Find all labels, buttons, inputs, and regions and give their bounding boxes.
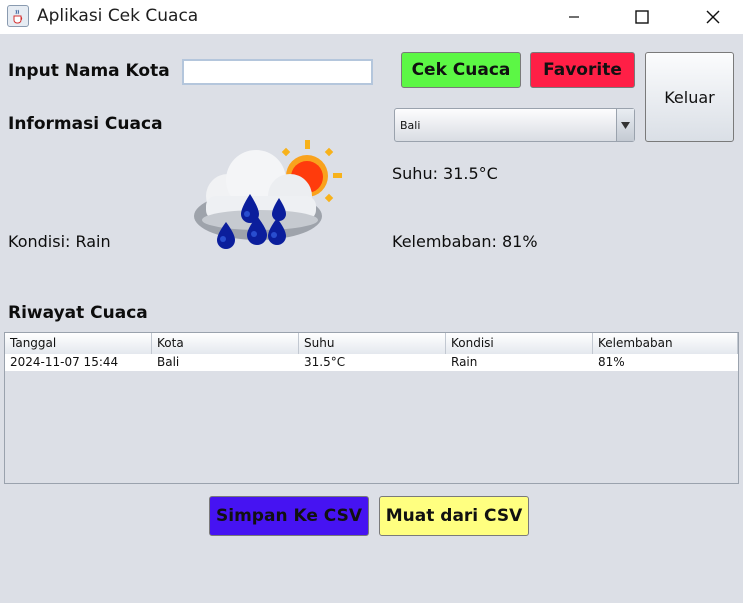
cell-tanggal: 2024-11-07 15:44	[10, 355, 119, 369]
cell-kondisi: Rain	[451, 355, 478, 369]
city-label: Input Nama Kota	[8, 61, 170, 81]
column-header-tanggal[interactable]: Tanggal	[5, 333, 152, 354]
main-panel: Input Nama Kota Cek Cuaca Favorite Kelua…	[0, 34, 743, 603]
close-button[interactable]	[690, 0, 736, 34]
cell-kota: Bali	[157, 355, 180, 369]
window-title: Aplikasi Cek Cuaca	[37, 6, 199, 26]
history-table[interactable]: Tanggal Kota Suhu Kondisi Kelembaban 202…	[4, 332, 739, 484]
close-icon	[706, 10, 720, 24]
favorite-button[interactable]: Favorite	[530, 52, 635, 88]
check-weather-button[interactable]: Cek Cuaca	[401, 52, 521, 88]
chevron-down-icon	[621, 121, 630, 129]
history-title: Riwayat Cuaca	[8, 303, 148, 323]
column-header-kota[interactable]: Kota	[152, 333, 299, 354]
favorite-city-selected: Bali	[400, 119, 421, 132]
rain-cloud-sun-icon	[194, 140, 342, 249]
table-header: Tanggal Kota Suhu Kondisi Kelembaban	[5, 333, 738, 355]
minimize-button[interactable]	[551, 0, 597, 34]
minimize-icon	[569, 16, 579, 18]
temperature-label: Suhu: 31.5°C	[392, 164, 498, 183]
maximize-icon	[635, 10, 649, 24]
column-header-kondisi[interactable]: Kondisi	[446, 333, 593, 354]
favorite-city-select[interactable]: Bali	[394, 108, 635, 142]
title-bar: Aplikasi Cek Cuaca	[0, 0, 743, 34]
load-csv-button[interactable]: Muat dari CSV	[379, 496, 529, 536]
maximize-button[interactable]	[619, 0, 665, 34]
city-input[interactable]	[182, 59, 373, 85]
cell-suhu: 31.5°C	[304, 355, 346, 369]
dropdown-arrow[interactable]	[616, 109, 634, 141]
weather-info-label: Informasi Cuaca	[8, 114, 163, 134]
exit-button[interactable]: Keluar	[645, 52, 734, 142]
save-csv-button[interactable]: Simpan Ke CSV	[209, 496, 369, 536]
condition-label: Kondisi: Rain	[8, 232, 111, 251]
table-row[interactable]: 2024-11-07 15:44 Bali 31.5°C Rain 81%	[5, 354, 738, 371]
column-header-kelembaban[interactable]: Kelembaban	[593, 333, 738, 354]
java-cup-icon	[7, 5, 29, 27]
column-header-suhu[interactable]: Suhu	[299, 333, 446, 354]
cell-kelembaban: 81%	[598, 355, 625, 369]
humidity-label: Kelembaban: 81%	[392, 232, 538, 251]
table-empty-area	[5, 371, 738, 483]
